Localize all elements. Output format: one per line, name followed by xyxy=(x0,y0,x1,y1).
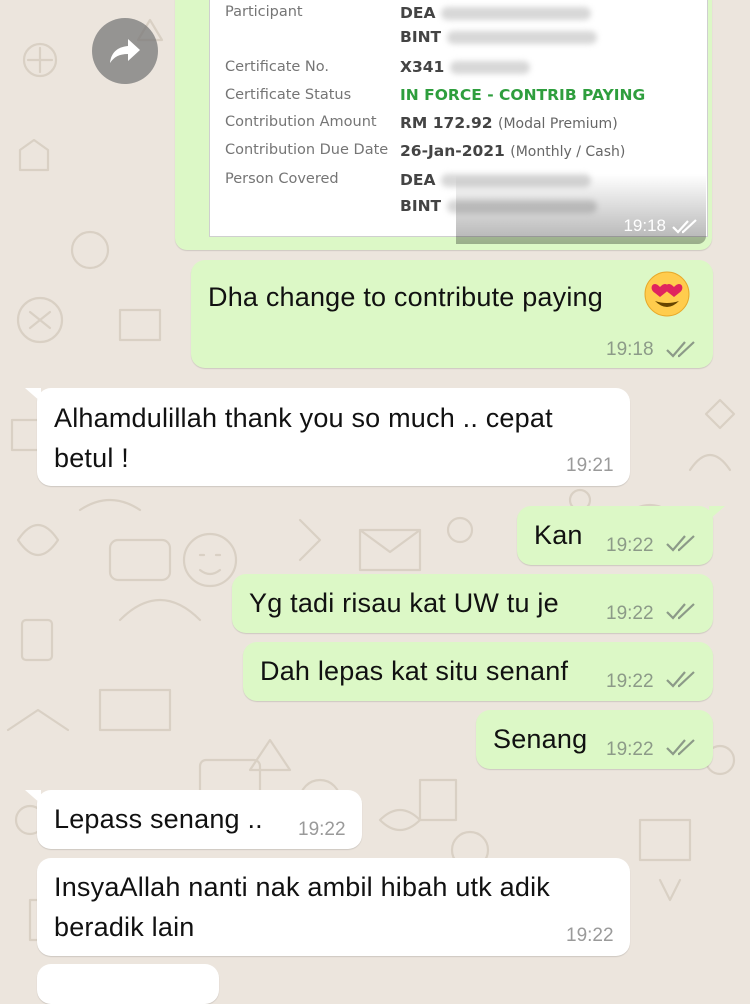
forward-button[interactable] xyxy=(92,18,158,84)
message-text: Dah lepas kat situ senanf xyxy=(260,656,569,686)
message-incoming[interactable]: Alhamdulillah thank you so much .. cepat… xyxy=(25,388,630,486)
smiling-face-with-heart-eyes-icon xyxy=(644,271,690,317)
message-time: 19:22 xyxy=(606,739,654,760)
message-text-line2: beradik lain xyxy=(54,912,195,942)
contribution-amount-label: Contribution Amount xyxy=(225,114,377,130)
message-outgoing[interactable]: Kan 19:22 xyxy=(517,506,725,565)
message-time: 19:22 xyxy=(298,819,346,840)
certificate-no-value: X341 xyxy=(400,58,531,76)
certificate-status-value: IN FORCE - CONTRIB PAYING xyxy=(400,86,646,104)
message-text-line1: Alhamdulillah thank you so much .. cepat xyxy=(54,403,553,433)
message-text: Yg tadi risau kat UW tu je xyxy=(249,588,559,618)
message-text: Kan xyxy=(534,520,583,550)
double-check-icon xyxy=(666,671,695,688)
double-check-icon xyxy=(666,341,695,358)
participant-value-line2: BINT xyxy=(400,28,598,46)
message-outgoing[interactable]: Senang 19:22 xyxy=(476,710,713,769)
participant-value: DEA xyxy=(400,4,592,22)
message-incoming[interactable]: Lepass senang .. 19:22 xyxy=(25,790,362,849)
bubble-tail xyxy=(25,790,41,804)
message-time: 19:22 xyxy=(606,603,654,624)
double-check-icon xyxy=(666,603,695,620)
message-time: 19:22 xyxy=(606,671,654,692)
double-check-icon xyxy=(666,739,695,756)
person-covered-label: Person Covered xyxy=(225,171,339,187)
message-text-line1: InsyaAllah nanti nak ambil hibah utk adi… xyxy=(54,872,550,902)
message-text: Senang xyxy=(493,724,588,754)
message-incoming[interactable]: InsyaAllah nanti nak ambil hibah utk adi… xyxy=(37,858,630,956)
forwarded-image-message[interactable]: Participant DEA BINT Certificate No. X34… xyxy=(175,0,712,250)
message-text-line2: betul ! xyxy=(54,443,129,473)
certificate-no-label: Certificate No. xyxy=(225,59,329,75)
message-time: 19:21 xyxy=(566,455,614,476)
double-check-icon xyxy=(666,535,695,552)
message-text: Dha change to contribute paying xyxy=(208,282,603,312)
bubble-tail xyxy=(709,506,725,520)
due-date-value: 26-Jan-2021 (Monthly / Cash) xyxy=(400,142,626,160)
due-date-label: Contribution Due Date xyxy=(225,142,389,158)
message-time: 19:18 xyxy=(606,339,654,360)
participant-label: Participant xyxy=(225,4,303,20)
image-timestamp: 19:18 xyxy=(623,216,698,236)
message-time: 19:22 xyxy=(566,925,614,946)
message-outgoing[interactable]: Yg tadi risau kat UW tu je 19:22 xyxy=(232,574,713,633)
message-time: 19:22 xyxy=(606,535,654,556)
double-check-icon xyxy=(672,218,697,234)
message-incoming-partial[interactable] xyxy=(37,964,219,1004)
message-text: Lepass senang .. xyxy=(54,804,263,834)
bubble-tail xyxy=(25,388,41,402)
message-outgoing[interactable]: Dah lepas kat situ senanf 19:22 xyxy=(243,642,713,701)
forward-icon xyxy=(110,39,140,63)
contribution-amount-value: RM 172.92 (Modal Premium) xyxy=(400,114,618,132)
message-outgoing[interactable]: Dha change to contribute paying 19:18 xyxy=(191,260,713,368)
certificate-status-label: Certificate Status xyxy=(225,87,352,103)
